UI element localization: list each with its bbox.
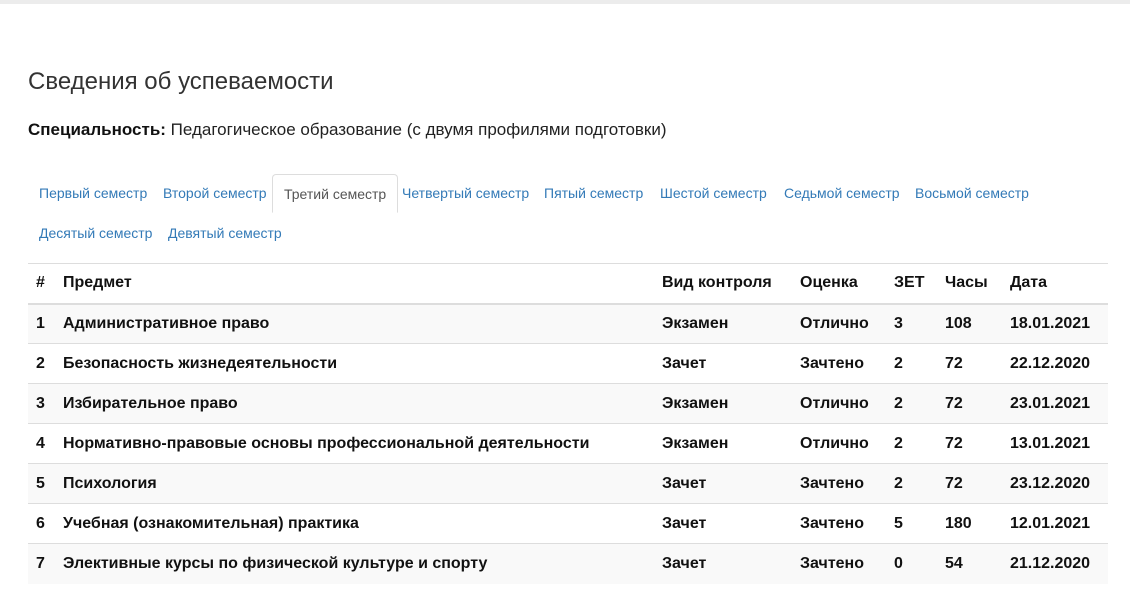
cell-date: 18.01.2021 [1002,303,1108,344]
tab-semester-9[interactable]: Девятый семестр [157,214,293,253]
tab-semester-10[interactable]: Десятый семестр [28,214,163,253]
cell-date: 21.12.2020 [1002,543,1108,584]
cell-subject: Административное право [55,303,654,344]
cell-subject: Учебная (ознакомительная) практика [55,503,654,544]
cell-zet: 2 [886,463,937,504]
cell-hours: 72 [937,383,1002,424]
cell-grade: Зачтено [792,503,886,544]
cell-subject: Безопасность жизнедеятельности [55,343,654,384]
table-row: 4 Нормативно-правовые основы профессиона… [28,423,1108,464]
cell-hours: 108 [937,303,1002,344]
column-header-control: Вид контроля [654,263,792,305]
tab-semester-2[interactable]: Второй семестр [152,174,278,213]
cell-zet: 2 [886,383,937,424]
cell-grade: Отлично [792,303,886,344]
cell-date: 23.12.2020 [1002,463,1108,504]
cell-control: Экзамен [654,423,792,464]
cell-control: Зачет [654,343,792,384]
cell-zet: 2 [886,423,937,464]
tab-semester-1[interactable]: Первый семестр [28,174,158,213]
specialty-label: Специальность: [28,120,166,139]
cell-number: 1 [28,303,55,344]
cell-control: Экзамен [654,383,792,424]
cell-control: Зачет [654,543,792,584]
cell-control: Зачет [654,463,792,504]
tab-semester-7[interactable]: Седьмой семестр [773,174,911,213]
table-row: 1 Административное право Экзамен Отлично… [28,303,1108,344]
cell-grade: Зачтено [792,543,886,584]
cell-control: Экзамен [654,303,792,344]
cell-grade: Зачтено [792,463,886,504]
cell-grade: Отлично [792,423,886,464]
cell-zet: 3 [886,303,937,344]
table-row: 3 Избирательное право Экзамен Отлично 2 … [28,383,1108,424]
cell-zet: 5 [886,503,937,544]
column-header-date: Дата [1002,263,1108,305]
cell-subject: Психология [55,463,654,504]
column-header-grade: Оценка [792,263,886,305]
cell-zet: 0 [886,543,937,584]
cell-date: 12.01.2021 [1002,503,1108,544]
cell-hours: 72 [937,423,1002,464]
cell-hours: 180 [937,503,1002,544]
column-header-number: # [28,263,55,305]
cell-subject: Избирательное право [55,383,654,424]
cell-subject: Нормативно-правовые основы профессиональ… [55,423,654,464]
cell-subject: Элективные курсы по физической культуре … [55,543,654,584]
cell-number: 6 [28,503,55,544]
table-row: 7 Элективные курсы по физической культур… [28,543,1108,584]
cell-hours: 54 [937,543,1002,584]
table-header-row: # Предмет Вид контроля Оценка ЗЕТ Часы Д… [28,263,1108,305]
cell-zet: 2 [886,343,937,384]
cell-date: 13.01.2021 [1002,423,1108,464]
cell-number: 2 [28,343,55,384]
top-strip [0,0,1130,4]
tab-semester-8[interactable]: Восьмой семестр [904,174,1040,213]
page-title: Сведения об успеваемости [28,68,334,95]
specialty-value: Педагогическое образование (с двумя проф… [170,120,667,139]
cell-number: 4 [28,423,55,464]
cell-date: 22.12.2020 [1002,343,1108,384]
cell-hours: 72 [937,343,1002,384]
cell-hours: 72 [937,463,1002,504]
cell-grade: Отлично [792,383,886,424]
cell-number: 7 [28,543,55,584]
table-row: 5 Психология Зачет Зачтено 2 72 23.12.20… [28,463,1108,504]
tab-semester-4[interactable]: Четвертый семестр [391,174,540,213]
grades-table: # Предмет Вид контроля Оценка ЗЕТ Часы Д… [28,263,1108,584]
tab-semester-6[interactable]: Шестой семестр [649,174,778,213]
table-row: 6 Учебная (ознакомительная) практика Зач… [28,503,1108,544]
cell-number: 3 [28,383,55,424]
specialty-line: Специальность: Педагогическое образовани… [28,120,667,140]
cell-number: 5 [28,463,55,504]
cell-control: Зачет [654,503,792,544]
tab-semester-3[interactable]: Третий семестр [272,174,399,213]
cell-date: 23.01.2021 [1002,383,1108,424]
column-header-zet: ЗЕТ [886,263,937,305]
column-header-subject: Предмет [55,263,654,305]
column-header-hours: Часы [937,263,1002,305]
tab-semester-5[interactable]: Пятый семестр [533,174,654,213]
cell-grade: Зачтено [792,343,886,384]
table-row: 2 Безопасность жизнедеятельности Зачет З… [28,343,1108,384]
